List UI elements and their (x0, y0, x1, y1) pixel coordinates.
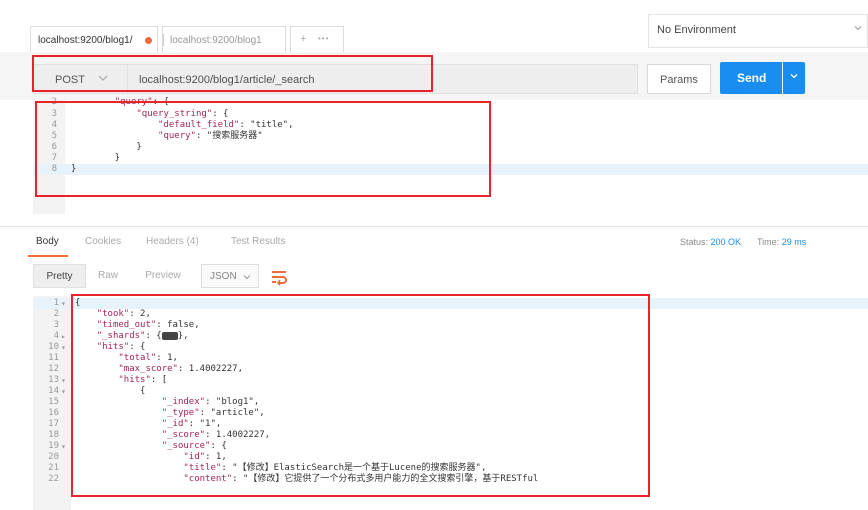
code-line: 16 "_type": "article", (48, 408, 265, 418)
tab-body[interactable]: Body (36, 236, 59, 247)
chevron-down-icon (790, 74, 798, 79)
unsaved-indicator-icon (145, 37, 152, 44)
code-line: 10 ▾ "hits": { (48, 342, 146, 353)
params-button[interactable]: Params (647, 64, 711, 94)
wrap-lines-icon[interactable] (270, 268, 288, 286)
method-select[interactable]: POST (33, 64, 128, 94)
tab-headers[interactable]: Headers (4) (146, 236, 199, 247)
raw-button[interactable]: Raw (93, 264, 123, 288)
status-value: 200 OK (710, 237, 742, 247)
format-bar: Pretty Raw Preview JSON (0, 256, 868, 294)
code-line: 6 } (51, 142, 142, 152)
fold-toggle-icon[interactable]: ▾ (61, 386, 66, 397)
fold-toggle-icon[interactable]: ▸ (61, 331, 66, 342)
code-line: 21 "title": "【修改】ElasticSearch是一个基于Lucen… (48, 463, 487, 473)
tab-test-results[interactable]: Test Results (231, 236, 285, 247)
new-tab-button[interactable]: + (300, 33, 306, 45)
fold-toggle-icon[interactable]: ▾ (61, 375, 66, 386)
format-type-label: JSON (210, 271, 237, 282)
send-button[interactable]: Send (720, 62, 782, 94)
send-label: Send (737, 71, 767, 85)
request-tab-label: localhost:9200/blog1/ (38, 35, 133, 46)
code-line: 13 ▾ "hits": [ (48, 375, 168, 386)
code-line: 1 ▾{ (33, 298, 868, 309)
tab-actions: + ••• (290, 26, 344, 52)
response-time: Time: 29 ms (757, 237, 807, 247)
code-line: 4 "default_field": "title", (51, 120, 294, 130)
send-options-button[interactable] (783, 62, 805, 94)
fold-toggle-icon[interactable]: ▾ (61, 441, 66, 452)
collapsed-block-icon (161, 331, 178, 340)
code-line: 11 "total": 1, (48, 353, 178, 363)
chevron-down-icon (97, 73, 109, 86)
request-bar: POST localhost:9200/blog1/article/_searc… (0, 52, 868, 100)
url-input[interactable]: localhost:9200/blog1/article/_search (128, 64, 638, 94)
request-tab[interactable]: localhost:9200/blog1 (162, 26, 286, 52)
environment-label: No Environment (657, 24, 736, 36)
code-line: 17 "_id": "1", (48, 419, 222, 429)
environment-select[interactable]: No Environment (648, 14, 868, 48)
tab-divider (163, 34, 164, 46)
code-line: 3 "query_string": { (51, 109, 229, 119)
more-tabs-button[interactable]: ••• (318, 34, 329, 43)
code-line: 22 "content": "【修改】它提供了一个分布式多用户能力的全文搜索引擎… (48, 474, 539, 484)
code-line: 15 "_index": "blog1", (48, 397, 260, 407)
pretty-button[interactable]: Pretty (33, 264, 86, 288)
code-line: 7 } (51, 153, 121, 163)
code-line: 18 "_score": 1.4002227, (48, 430, 271, 440)
code-line: 14 ▾ { (48, 386, 146, 397)
chevron-down-icon (853, 23, 863, 36)
response-tabs: Body Cookies Headers (4) Test Results St… (0, 226, 868, 257)
request-tab-active[interactable]: localhost:9200/blog1/ (30, 26, 158, 52)
code-line: 3 "timed_out": false, (53, 320, 200, 330)
format-type-select[interactable]: JSON (201, 264, 259, 288)
code-line: 20 "id": 1, (48, 452, 227, 462)
request-tab-label: localhost:9200/blog1 (170, 35, 262, 46)
response-status: Status: 200 OK (680, 237, 742, 247)
tab-cookies[interactable]: Cookies (85, 236, 121, 247)
code-line: 12 "max_score": 1.4002227, (48, 364, 243, 374)
code-line: 19 ▾ "_source": { (48, 441, 227, 452)
fold-toggle-icon[interactable]: ▾ (61, 342, 66, 353)
method-label: POST (55, 74, 85, 86)
time-value: 29 ms (781, 237, 807, 247)
request-body-editor[interactable]: 2 "query": { 3 "query_string": { 4 "defa… (33, 97, 868, 214)
code-line: 4 ▸ "_shards": {}, (53, 331, 189, 342)
url-text: localhost:9200/blog1/article/_search (139, 74, 315, 86)
code-line: 2 "took": 2, (53, 309, 151, 319)
code-line: 2 "query": { (51, 97, 169, 107)
response-body-viewer[interactable]: 1 ▾{2 "took": 2, 3 "timed_out": false, 4 ▸ "… (33, 296, 868, 510)
chevron-down-icon (243, 275, 251, 280)
code-line: 5 "query": "搜索服务器" (51, 131, 263, 141)
tab-strip: localhost:9200/blog1/ localhost:9200/blo… (0, 0, 868, 52)
params-label: Params (660, 74, 698, 86)
preview-button[interactable]: Preview (138, 264, 188, 288)
fold-toggle-icon[interactable]: ▾ (61, 298, 66, 309)
code-line-current: 8} (33, 164, 868, 175)
